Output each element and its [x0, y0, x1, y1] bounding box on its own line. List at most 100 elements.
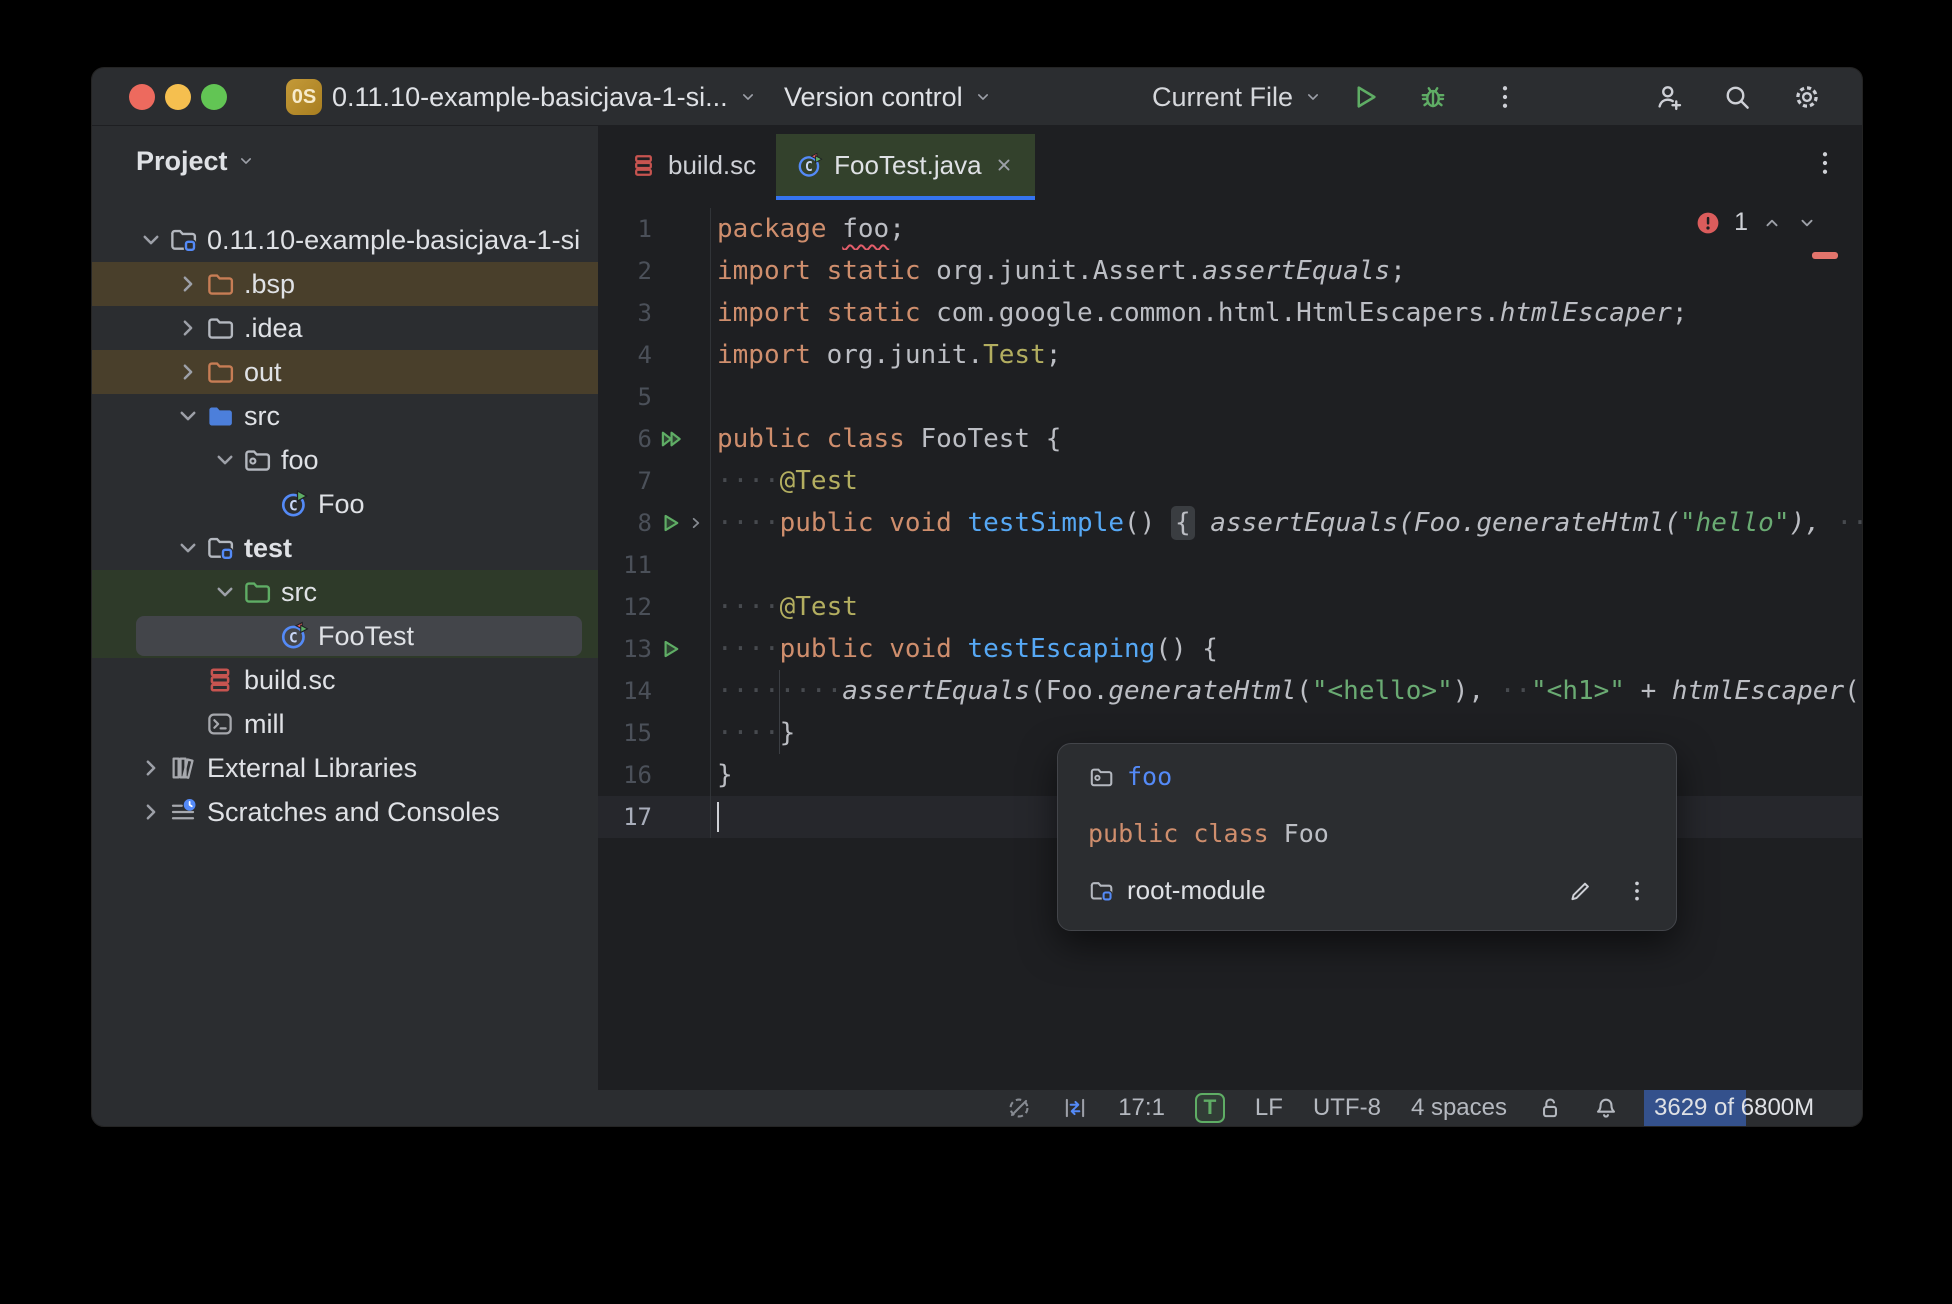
popup-module-row[interactable]: root-module [1058, 862, 1676, 919]
more-actions-button[interactable] [1490, 68, 1520, 126]
code-line-12[interactable]: 12 ···· @Test [598, 586, 1862, 628]
code-editor[interactable]: 1 package foo; 2 import static org.junit.As… [598, 200, 1862, 1090]
previous-error-icon[interactable] [1761, 212, 1783, 234]
chevron-down-icon[interactable] [210, 445, 240, 475]
package-link[interactable]: foo [1127, 762, 1172, 791]
error-stripe-mark[interactable] [1812, 252, 1838, 259]
traffic-lights [129, 68, 227, 126]
line-separator-widget[interactable]: LF [1240, 1090, 1298, 1126]
tree-item-out[interactable]: out [92, 350, 598, 394]
run-button[interactable] [1350, 68, 1380, 126]
chevron-right-icon[interactable] [136, 753, 166, 783]
tree-item-label: src [244, 400, 280, 431]
line-number: 7 [637, 467, 652, 495]
code-line-8[interactable]: 8 ···· public void testSimple() { assertEq… [598, 502, 1862, 544]
code-line-4[interactable]: 4 import org.junit. Test; [598, 334, 1862, 376]
code-line-6[interactable]: 6 public class FooTest { [598, 418, 1862, 460]
class-keyword: public class [1088, 819, 1284, 848]
popup-package-row[interactable]: foo [1058, 748, 1676, 805]
caret-position-widget[interactable]: 17:1 [1103, 1090, 1180, 1126]
encoding-widget[interactable]: UTF-8 [1298, 1090, 1396, 1126]
code-line-7[interactable]: 7 ···· @Test [598, 460, 1862, 502]
code-text [710, 544, 1862, 586]
highlighting-level-icon[interactable] [991, 1090, 1047, 1126]
type-badge-widget[interactable]: T [1180, 1090, 1240, 1126]
tree-item-mill[interactable]: mill [92, 702, 598, 746]
code-line-14[interactable]: 14 ········ assertEquals (Foo. generateHtml(… [598, 670, 1862, 712]
tree-item-label: 0.11.10-example-basicjava-1-si [207, 224, 581, 255]
project-panel-header[interactable]: Project [92, 126, 598, 196]
tree-item-footest[interactable]: C FooTest [92, 614, 598, 658]
chevron-down-icon[interactable] [136, 225, 166, 255]
line-number: 13 [623, 635, 652, 663]
tree-item--idea[interactable]: .idea [92, 306, 598, 350]
minimize-window-button[interactable] [165, 84, 191, 110]
code-line-1[interactable]: 1 package foo; [598, 208, 1862, 250]
tab-options-button[interactable] [1810, 148, 1840, 178]
code-text: import static org.junit.Assert. assertEqu… [710, 250, 1862, 292]
chevron-right-icon[interactable] [136, 797, 166, 827]
run-test-icon[interactable] [658, 510, 684, 536]
read-write-lock-icon[interactable] [1522, 1090, 1578, 1126]
code-text: import org.junit. Test; [710, 334, 1862, 376]
soft-wrap-icon[interactable] [1047, 1090, 1103, 1126]
tree-item-foo[interactable]: C Foo [92, 482, 598, 526]
project-widget[interactable]: 0S 0.11.10-example-basicjava-1-si... [286, 68, 758, 126]
edit-icon[interactable] [1567, 878, 1593, 904]
tree-item-0-11-10-example-basicjava-1-si[interactable]: 0.11.10-example-basicjava-1-si [92, 218, 598, 262]
chevron-down-icon[interactable] [173, 401, 203, 431]
code-text: ···· @Test [710, 460, 1862, 502]
code-line-13[interactable]: 13 ···· public void testEscaping() { [598, 628, 1862, 670]
chevron-right-icon[interactable] [173, 313, 203, 343]
tree-item-src[interactable]: src [92, 394, 598, 438]
tree-item--bsp[interactable]: .bsp [92, 262, 598, 306]
tree-item-scratches-and-consoles[interactable]: Scratches and Consoles [92, 790, 598, 834]
settings-button[interactable] [1792, 68, 1822, 126]
debug-button[interactable] [1418, 68, 1448, 126]
run-test-icon[interactable] [658, 636, 684, 662]
chevron-down-icon [1303, 87, 1323, 107]
notifications-icon[interactable] [1578, 1090, 1634, 1126]
class-test-icon: C [279, 621, 309, 651]
code-text: ···· public void testSimple() { assertEqu… [710, 502, 1862, 544]
code-line-2[interactable]: 2 import static org.junit.Assert. assertEq… [598, 250, 1862, 292]
search-everywhere-button[interactable] [1722, 68, 1752, 126]
tree-item-test[interactable]: test [92, 526, 598, 570]
tree-item-foo[interactable]: foo [92, 438, 598, 482]
chevron-right-icon[interactable] [173, 357, 203, 387]
more-options-icon[interactable] [1624, 878, 1650, 904]
memory-indicator[interactable]: 3629 of 6800M [1644, 1090, 1836, 1126]
tree-item-build-sc[interactable]: build.sc [92, 658, 598, 702]
vcs-widget[interactable]: Version control [784, 68, 993, 126]
line-number: 3 [637, 299, 652, 327]
close-window-button[interactable] [129, 84, 155, 110]
folded-region-icon[interactable] [685, 512, 707, 534]
code-line-3[interactable]: 3 import static com.google.common.html.Ht… [598, 292, 1862, 334]
context-info-popup: foo public class Foo root-module [1057, 743, 1677, 931]
tree-item-external-libraries[interactable]: External Libraries [92, 746, 598, 790]
tree-item-src[interactable]: src [92, 570, 598, 614]
run-configuration-selector[interactable]: Current File [1152, 68, 1323, 126]
code-with-me-button[interactable] [1654, 68, 1684, 126]
line-number: 16 [623, 761, 652, 789]
tab-footest-java[interactable]: C FooTest.java [776, 134, 1035, 200]
indent-widget[interactable]: 4 spaces [1396, 1090, 1522, 1126]
vcs-widget-label: Version control [784, 81, 963, 112]
tab-build-sc[interactable]: build.sc [610, 134, 776, 200]
code-line-5[interactable]: 5 [598, 376, 1862, 418]
close-tab-icon[interactable] [993, 154, 1015, 176]
chevron-down-icon[interactable] [210, 577, 240, 607]
run-class-icon[interactable] [658, 426, 684, 452]
inspections-widget[interactable]: 1 [1695, 208, 1818, 237]
folder-package-icon [242, 445, 272, 475]
error-count: 1 [1734, 208, 1748, 236]
folder-plain-icon [205, 313, 235, 343]
code-line-11[interactable]: 11 [598, 544, 1862, 586]
zoom-window-button[interactable] [201, 84, 227, 110]
chevron-down-icon[interactable] [173, 533, 203, 563]
next-error-icon[interactable] [1796, 212, 1818, 234]
chevron-right-icon[interactable] [173, 269, 203, 299]
popup-class-row[interactable]: public class Foo [1058, 805, 1676, 862]
